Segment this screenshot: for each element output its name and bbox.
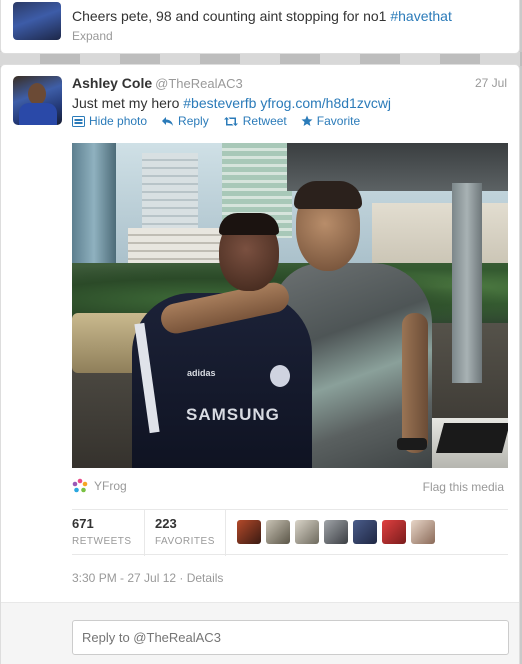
- tweet-hashtag[interactable]: #besteverfb: [183, 95, 256, 111]
- photo-person-right-hair: [294, 181, 362, 209]
- favorite-button[interactable]: Favorite: [301, 114, 360, 128]
- retweets-label: RETWEETS: [72, 536, 132, 547]
- tweet-media-link[interactable]: yfrog.com/h8d1zvcwj: [260, 95, 391, 111]
- reply-icon: [162, 116, 174, 126]
- expanded-tweet: Ashley Cole @TheRealAC3 27 Jul Just met m…: [0, 64, 520, 664]
- photo-jersey-brand: adidas: [187, 368, 216, 378]
- previous-tweet-text: Cheers pete, 98 and counting aint stoppi…: [72, 8, 452, 24]
- photo-tower: [72, 143, 116, 283]
- photo-jersey-badge: [270, 365, 290, 387]
- reply-area: [1, 602, 519, 664]
- previous-tweet-avatar[interactable]: [13, 2, 61, 40]
- stats-divider: [144, 510, 145, 556]
- retweeter-avatar[interactable]: [237, 520, 261, 544]
- yfrog-icon: [72, 478, 88, 493]
- tweet-username[interactable]: @TheRealAC3: [155, 76, 243, 91]
- retweet-label: Retweet: [242, 114, 287, 128]
- reply-button[interactable]: Reply: [161, 114, 209, 128]
- reply-input[interactable]: [72, 620, 509, 655]
- favorites-label: FAVORITES: [155, 536, 215, 547]
- avatar[interactable]: [13, 76, 62, 125]
- hide-photo-icon: [72, 115, 85, 127]
- media-footer: YFrog Flag this media: [72, 478, 508, 496]
- retweet-icon: [223, 116, 238, 126]
- retweets-stat[interactable]: 671 RETWEETS: [72, 516, 142, 547]
- previous-tweet-hashtag[interactable]: #havethat: [390, 8, 452, 24]
- tweet-stats: 671 RETWEETS 223 FAVORITES: [72, 509, 508, 556]
- flag-media-link[interactable]: Flag this media: [423, 480, 504, 494]
- tweet-meta[interactable]: 3:30 PM - 27 Jul 12 · Details: [72, 571, 223, 585]
- previous-tweet-expand-link[interactable]: Expand: [72, 29, 113, 43]
- avatar-face: [28, 83, 46, 105]
- tweet-text: Just met my hero #besteverfb yfrog.com/h…: [72, 95, 391, 111]
- reply-label: Reply: [178, 114, 209, 128]
- favorites-count: 223: [155, 516, 177, 531]
- previous-tweet[interactable]: Cheers pete, 98 and counting aint stoppi…: [0, 0, 520, 54]
- avatar-shirt: [19, 103, 57, 125]
- hide-photo-button[interactable]: Hide photo: [72, 114, 147, 128]
- photo-person-right-arm: [402, 313, 428, 453]
- photo-laptop: [435, 423, 508, 453]
- media-source-label: YFrog: [94, 479, 127, 493]
- favorites-stat[interactable]: 223 FAVORITES: [155, 516, 225, 547]
- tweet-photo[interactable]: adidas SAMSUNG: [72, 143, 508, 468]
- retweeter-avatar[interactable]: [266, 520, 290, 544]
- media-source[interactable]: YFrog: [72, 478, 127, 494]
- retweeter-avatars: [237, 520, 435, 544]
- hide-photo-label: Hide photo: [89, 114, 148, 128]
- retweeter-avatar[interactable]: [324, 520, 348, 544]
- retweeter-avatar[interactable]: [382, 520, 406, 544]
- photo-pillar: [452, 183, 482, 383]
- retweets-count: 671: [72, 516, 94, 531]
- retweeter-avatar[interactable]: [411, 520, 435, 544]
- previous-tweet-body: Cheers pete, 98 and counting aint stoppi…: [72, 8, 391, 24]
- retweeter-avatar[interactable]: [353, 520, 377, 544]
- tweet-body: Just met my hero: [72, 95, 184, 111]
- photo-person-left-hair: [219, 213, 279, 235]
- photo-jersey-sponsor: SAMSUNG: [186, 405, 280, 424]
- retweeter-avatar[interactable]: [295, 520, 319, 544]
- tweet-timestamp[interactable]: 27 Jul: [475, 76, 507, 90]
- tweet-header: Ashley Cole @TheRealAC3 27 Jul: [72, 75, 507, 93]
- photo-watch: [397, 438, 427, 450]
- retweet-button[interactable]: Retweet: [223, 114, 287, 128]
- tweet-actions: Hide photo Reply Retweet Favorite: [72, 114, 360, 128]
- favorite-label: Favorite: [316, 114, 361, 128]
- favorite-icon: [301, 115, 313, 126]
- tweet-fullname[interactable]: Ashley Cole: [72, 75, 152, 91]
- stats-divider: [225, 510, 226, 556]
